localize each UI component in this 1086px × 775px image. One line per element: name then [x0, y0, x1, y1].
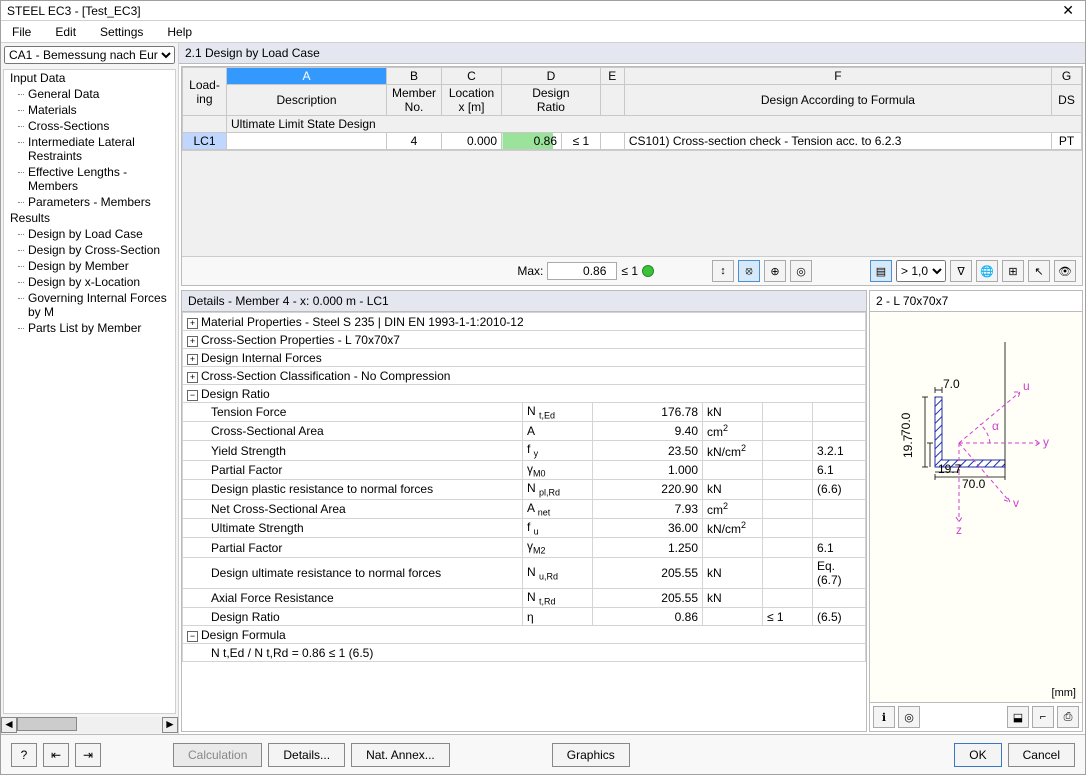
menu-settings[interactable]: Settings [94, 23, 149, 41]
close-icon[interactable]: ✕ [1057, 2, 1079, 19]
svg-text:70.0: 70.0 [899, 412, 913, 436]
collapse-icon[interactable]: − [187, 631, 198, 642]
svg-text:α: α [992, 419, 999, 433]
nat-annex-button[interactable]: Nat. Annex... [351, 743, 450, 767]
menu-edit[interactable]: Edit [49, 23, 82, 41]
prev-icon[interactable]: ⇤ [43, 743, 69, 767]
detail-row: Axial Force Resistance N t,Rd 205.55 kN [183, 588, 866, 607]
tree-item[interactable]: Parameters - Members [10, 194, 175, 210]
tree-results[interactable]: Results [10, 210, 175, 226]
calculation-button[interactable]: Calculation [173, 743, 262, 767]
view-icon[interactable]: ⬓ [1007, 706, 1029, 728]
details-table[interactable]: +Material Properties - Steel S 235 | DIN… [182, 312, 866, 662]
max-label: Max: [517, 264, 543, 278]
detail-row: Design plastic resistance to normal forc… [183, 480, 866, 499]
cross-section-svg: 70.0 70.0 7.0 19.7 19.7 u y v z α [880, 342, 1074, 592]
svg-text:19.7: 19.7 [938, 462, 962, 476]
detail-row: Design Ratio η 0.86 ≤ 1 (6.5) [183, 608, 866, 626]
tree-item[interactable]: Design by x-Location [10, 274, 175, 290]
detail-row: Net Cross-Sectional Area A net 7.93 cm2 [183, 499, 866, 518]
result-grid[interactable]: Load- ing A B C D E F G Description Memb… [182, 67, 1082, 150]
menu-help[interactable]: Help [161, 23, 198, 41]
svg-text:v: v [1013, 496, 1019, 510]
case-combo[interactable]: CA1 - Bemessung nach Eurocode [4, 46, 175, 64]
svg-text:u: u [1023, 379, 1030, 393]
tree-item[interactable]: Governing Internal Forces by M [10, 290, 175, 320]
detail-row: Ultimate Strength f u 36.00 kN/cm2 [183, 518, 866, 537]
tool-btn-eye[interactable]: 👁 [1054, 260, 1076, 282]
tree-item[interactable]: Design by Load Case [10, 226, 175, 242]
menu-bar: File Edit Settings Help [1, 21, 1085, 43]
nav-tree[interactable]: Input Data General Data Materials Cross-… [3, 69, 176, 714]
detail-row: Design ultimate resistance to normal for… [183, 557, 866, 588]
sidebar: CA1 - Bemessung nach Eurocode Input Data… [1, 43, 179, 734]
detail-row: Cross-Sectional Area A 9.40 cm2 [183, 422, 866, 441]
content-header: 2.1 Design by Load Case [179, 43, 1085, 64]
title-bar: STEEL EC3 - [Test_EC3] ✕ [1, 1, 1085, 21]
max-value: 0.86 [547, 262, 617, 280]
svg-text:70.0: 70.0 [962, 477, 986, 491]
window-title: STEEL EC3 - [Test_EC3] [7, 4, 1057, 18]
tool-btn-color[interactable]: ▤ [870, 260, 892, 282]
tree-item[interactable]: Cross-Sections [10, 118, 175, 134]
info-icon[interactable]: ℹ [873, 706, 895, 728]
graphics-button[interactable]: Graphics [552, 743, 630, 767]
th-loading: Load- ing [183, 68, 227, 116]
detail-row: Partial Factor γM0 1.000 6.1 [183, 460, 866, 479]
axes-icon[interactable]: ⌐ [1032, 706, 1054, 728]
tree-item[interactable]: Parts List by Member [10, 320, 175, 336]
detail-row: Yield Strength f y 23.50 kN/cm2 3.2.1 [183, 441, 866, 460]
scroll-right-icon[interactable]: ► [162, 717, 178, 733]
tree-item[interactable]: Intermediate Lateral Restraints [10, 134, 175, 164]
tree-item[interactable]: Effective Lengths - Members [10, 164, 175, 194]
section-title: 2 - L 70x70x7 [870, 291, 1082, 312]
tool-btn-select[interactable]: ↖ [1028, 260, 1050, 282]
section-panel: 2 - L 70x70x7 [869, 290, 1083, 732]
tool-btn-1[interactable]: ↕ [712, 260, 734, 282]
cancel-button[interactable]: Cancel [1008, 743, 1075, 767]
scroll-left-icon[interactable]: ◄ [1, 717, 17, 733]
props-icon[interactable]: ◎ [898, 706, 920, 728]
expand-icon[interactable]: + [187, 318, 198, 329]
tool-btn-globe[interactable]: 🌐 [976, 260, 998, 282]
result-row[interactable]: LC1 4 0.000 0.86 ≤ 1 CS101) Cross-sectio… [183, 133, 1082, 150]
tool-btn-excel[interactable]: ⊞ [1002, 260, 1024, 282]
expand-icon[interactable]: + [187, 336, 198, 347]
bottom-bar: ? ⇤ ⇥ Calculation Details... Nat. Annex.… [1, 734, 1085, 774]
menu-file[interactable]: File [6, 23, 37, 41]
section-row: Ultimate Limit State Design [227, 116, 1082, 133]
tool-btn-4[interactable]: ◎ [790, 260, 812, 282]
tree-item[interactable]: Materials [10, 102, 175, 118]
expand-icon[interactable]: + [187, 354, 198, 365]
grid-toolbar: Max: 0.86 ≤ 1 ↕ ⦻ ⊕ ◎ ▤ > 1,0 ∇ 🌐 ⊞ ↖ 👁 [182, 256, 1082, 285]
detail-row: Partial Factor γM2 1.250 6.1 [183, 538, 866, 557]
collapse-icon[interactable]: − [187, 390, 198, 401]
tool-btn-filter[interactable]: ∇ [950, 260, 972, 282]
tree-input-data[interactable]: Input Data [10, 70, 175, 86]
expand-icon[interactable]: + [187, 372, 198, 383]
svg-text:7.0: 7.0 [943, 377, 960, 391]
tree-item[interactable]: Design by Cross-Section [10, 242, 175, 258]
svg-text:y: y [1043, 435, 1049, 449]
detail-row: Tension Force N t,Ed 176.78 kN [183, 403, 866, 422]
tool-btn-2[interactable]: ⦻ [738, 260, 760, 282]
section-drawing[interactable]: 70.0 70.0 7.0 19.7 19.7 u y v z α [mm] [870, 312, 1082, 702]
svg-text:19.7: 19.7 [901, 434, 915, 458]
tool-btn-3[interactable]: ⊕ [764, 260, 786, 282]
tree-item[interactable]: Design by Member [10, 258, 175, 274]
unit-label: [mm] [1052, 687, 1076, 699]
help-icon[interactable]: ? [11, 743, 37, 767]
scale-combo[interactable]: > 1,0 [896, 260, 946, 282]
next-icon[interactable]: ⇥ [75, 743, 101, 767]
details-button[interactable]: Details... [268, 743, 345, 767]
status-ok-icon [642, 265, 654, 277]
svg-text:z: z [956, 523, 962, 537]
sidebar-scrollbar[interactable]: ◄ ► [1, 716, 178, 734]
details-header: Details - Member 4 - x: 0.000 m - LC1 [182, 291, 866, 312]
print-icon[interactable]: ⎙ [1057, 706, 1079, 728]
tree-item[interactable]: General Data [10, 86, 175, 102]
ok-button[interactable]: OK [954, 743, 1001, 767]
